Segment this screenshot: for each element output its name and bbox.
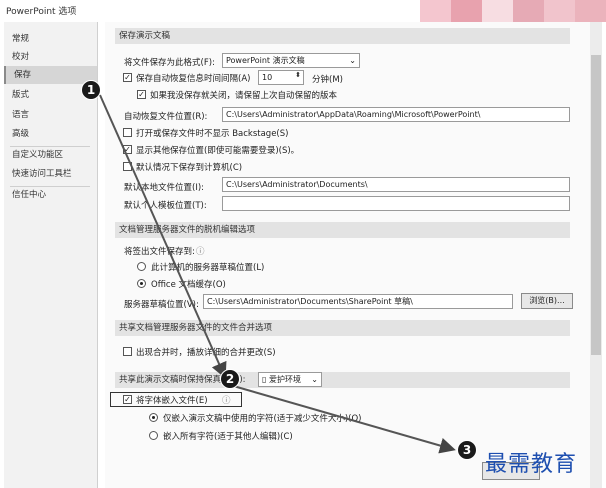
arrow-step-2 <box>229 384 456 454</box>
step-badge-1: 1 <box>81 80 101 100</box>
arrow-step-1 <box>99 94 227 379</box>
brand-watermark: 最需教育 <box>485 452 578 477</box>
annotation-arrows <box>99 94 456 454</box>
step-badge-3: 3 <box>457 440 477 460</box>
step-badge-2: 2 <box>220 369 240 389</box>
